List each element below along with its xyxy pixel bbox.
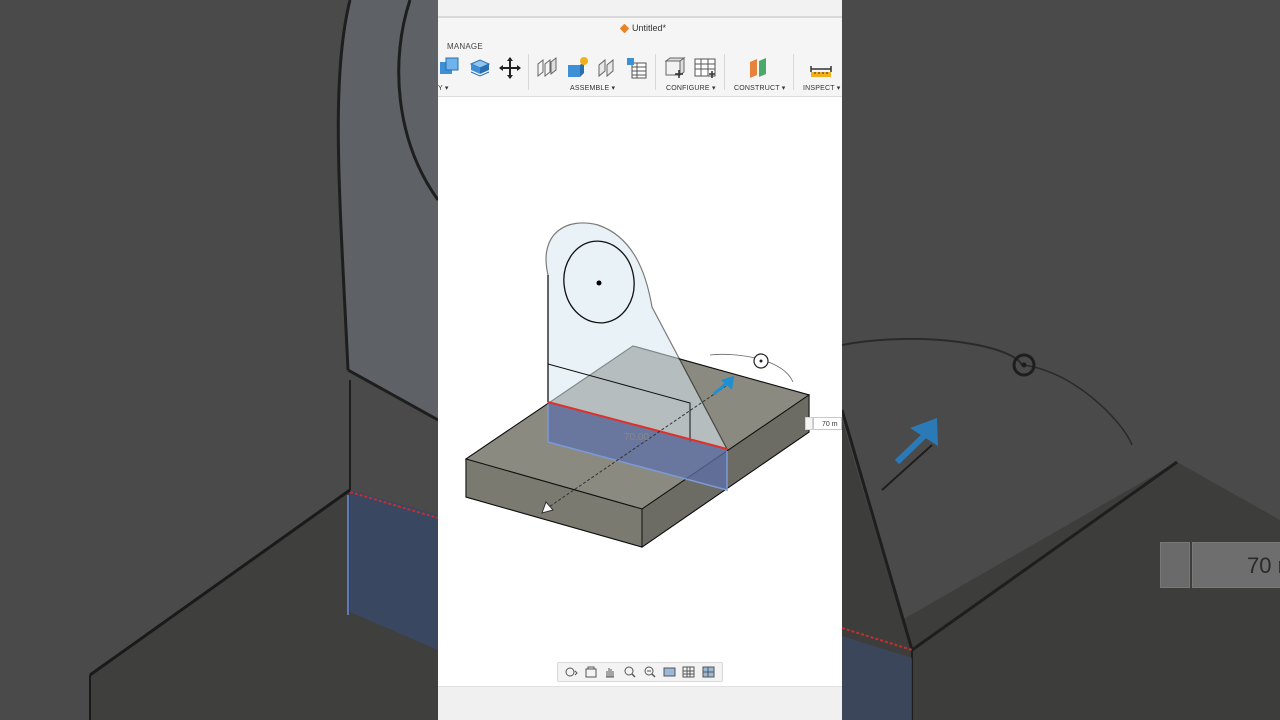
- toolbar-separator: [528, 54, 529, 90]
- background-dimension-input: 70 m: [1192, 542, 1280, 588]
- assemble-menu[interactable]: ASSEMBLE ▾: [570, 84, 615, 92]
- ribbon-toolbar: MANAGE Y ▾ ASSEMBLE ▾ CONFIGURE ▾ CONSTR…: [438, 38, 842, 97]
- document-title-text: Untitled*: [632, 23, 667, 33]
- inspect-menu[interactable]: INSPECT ▾: [803, 84, 840, 92]
- bill-of-materials-icon[interactable]: [625, 56, 649, 80]
- offset-plane-icon[interactable]: [746, 56, 770, 80]
- as-built-joint-icon[interactable]: [595, 56, 619, 80]
- viewports-icon[interactable]: [701, 665, 717, 679]
- navigation-bar: [557, 662, 723, 682]
- background-zoom-left: [0, 0, 438, 720]
- zoom-window-icon[interactable]: [622, 665, 638, 679]
- bottom-bar: [438, 686, 842, 720]
- grid-settings-icon[interactable]: [681, 665, 697, 679]
- hole-center-point: [596, 280, 602, 286]
- background-dimension-tab: [1160, 542, 1190, 588]
- pan-icon[interactable]: [602, 665, 618, 679]
- model-canvas[interactable]: [438, 97, 842, 685]
- press-pull-icon[interactable]: [468, 56, 492, 80]
- new-component-icon[interactable]: [565, 56, 589, 80]
- zoom-icon[interactable]: [642, 665, 658, 679]
- manage-tab[interactable]: MANAGE: [447, 42, 483, 51]
- toolbar-separator: [655, 54, 656, 90]
- configure-icon[interactable]: [663, 56, 687, 80]
- toolbar-separator: [793, 54, 794, 90]
- look-at-icon[interactable]: [583, 665, 599, 679]
- construct-menu[interactable]: CONSTRUCT ▾: [734, 84, 785, 92]
- canvas-viewport[interactable]: 70.00 70 m: [438, 97, 842, 685]
- joint-icon[interactable]: [535, 56, 559, 80]
- dimension-input[interactable]: 70 m: [813, 417, 842, 430]
- toolbar-separator: [724, 54, 725, 90]
- window-top-strip: [438, 0, 842, 18]
- modify-menu[interactable]: Y ▾: [438, 84, 449, 92]
- fusion-app-window: Untitled* MANAGE Y ▾ ASSEMBLE ▾ CONFIGUR…: [438, 0, 842, 720]
- configuration-table-icon[interactable]: [693, 56, 717, 80]
- background-zoom-right: 70 m: [842, 0, 1280, 720]
- document-icon: [619, 23, 630, 33]
- dimension-input-tab[interactable]: [805, 417, 813, 430]
- measure-icon[interactable]: [809, 56, 833, 80]
- configure-menu[interactable]: CONFIGURE ▾: [666, 84, 716, 92]
- title-bar: Untitled*: [438, 18, 842, 38]
- combine-icon[interactable]: [438, 56, 462, 80]
- orbit-icon[interactable]: [563, 665, 579, 679]
- move-icon[interactable]: [498, 56, 522, 80]
- document-title: Untitled*: [619, 23, 667, 33]
- dimension-label: 70.00: [624, 432, 650, 443]
- display-settings-icon[interactable]: [662, 665, 678, 679]
